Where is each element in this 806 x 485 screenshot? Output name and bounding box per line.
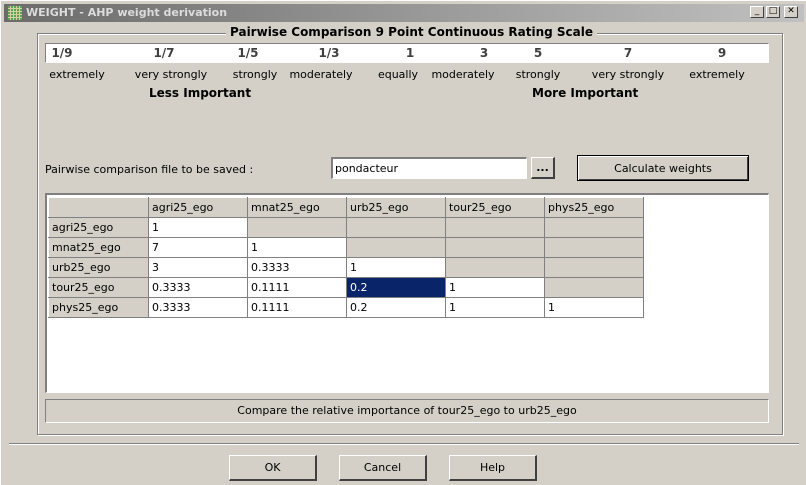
scale-word: strongly: [232, 68, 278, 81]
matrix-cell: [544, 277, 644, 298]
scale-word: very strongly: [591, 68, 665, 81]
calculate-weights-button[interactable]: Calculate weights: [577, 155, 749, 181]
minimize-button[interactable]: _: [750, 6, 764, 18]
scale-values-box: 1/9 1/7 1/5 1/3 1 3 5 7 9: [45, 43, 769, 63]
column-header[interactable]: mnat25_ego: [247, 197, 347, 218]
scale-value: 1/5: [237, 46, 259, 60]
browse-button[interactable]: ...: [531, 157, 555, 179]
pairwise-matrix: agri25_ego mnat25_ego urb25_ego tour25_e…: [48, 197, 644, 318]
row-header[interactable]: mnat25_ego: [48, 237, 149, 258]
divider: [9, 443, 799, 445]
matrix-cell-selected[interactable]: 0.2: [346, 277, 446, 298]
table-row: agri25_ego 1: [48, 217, 644, 238]
matrix-cell[interactable]: 0.1111: [247, 297, 347, 318]
matrix-cell[interactable]: 0.3333: [247, 257, 347, 278]
close-button[interactable]: ✕: [784, 6, 798, 18]
matrix-cell[interactable]: 1: [544, 297, 644, 318]
scale-word: moderately: [431, 68, 495, 81]
help-button[interactable]: Help: [449, 455, 537, 481]
scale-word: very strongly: [134, 68, 208, 81]
matrix-cell: [247, 217, 347, 238]
matrix-cell: [346, 237, 446, 258]
matrix-cell[interactable]: 1: [247, 237, 347, 258]
corner-cell: [48, 197, 149, 218]
scale-value: 1: [405, 46, 415, 60]
comparison-status: Compare the relative importance of tour2…: [45, 399, 769, 423]
scale-value: 5: [533, 46, 543, 60]
matrix-cell: [544, 237, 644, 258]
matrix-cell[interactable]: 7: [148, 237, 248, 258]
file-label: Pairwise comparison file to be saved :: [45, 163, 254, 176]
less-important-label: Less Important: [149, 86, 252, 100]
app-grid-icon: [8, 6, 22, 20]
matrix-cell: [544, 217, 644, 238]
scale-word: extremely: [689, 68, 745, 81]
matrix-cell[interactable]: 1: [445, 297, 545, 318]
scale-word: extremely: [49, 68, 105, 81]
window-title: WEIGHT - AHP weight derivation: [26, 6, 228, 19]
table-row: mnat25_ego 7 1: [48, 237, 644, 258]
table-row: phys25_ego 0.3333 0.1111 0.2 1 1: [48, 297, 644, 318]
matrix-cell[interactable]: 3: [148, 257, 248, 278]
more-important-label: More Important: [532, 86, 639, 100]
group-title: Pairwise Comparison 9 Point Continuous R…: [226, 25, 598, 39]
row-header[interactable]: agri25_ego: [48, 217, 149, 238]
row-header[interactable]: urb25_ego: [48, 257, 149, 278]
scale-word: moderately: [289, 68, 353, 81]
row-header[interactable]: tour25_ego: [48, 277, 149, 298]
scale-value: 3: [479, 46, 489, 60]
matrix-cell[interactable]: 0.3333: [148, 297, 248, 318]
table-row: tour25_ego 0.3333 0.1111 0.2 1: [48, 277, 644, 298]
dialog-window: WEIGHT - AHP weight derivation _ □ ✕ Pai…: [0, 0, 806, 485]
scale-value: 7: [623, 46, 633, 60]
column-header[interactable]: urb25_ego: [346, 197, 446, 218]
row-header[interactable]: phys25_ego: [48, 297, 149, 318]
column-header[interactable]: agri25_ego: [148, 197, 248, 218]
matrix-cell[interactable]: 0.1111: [247, 277, 347, 298]
matrix-cell: [346, 217, 446, 238]
column-header[interactable]: phys25_ego: [544, 197, 644, 218]
header-row: agri25_ego mnat25_ego urb25_ego tour25_e…: [48, 197, 644, 218]
scale-word: equally: [377, 68, 419, 81]
matrix-cell[interactable]: 1: [148, 217, 248, 238]
scale-value: 1/3: [318, 46, 340, 60]
matrix-cell[interactable]: 1: [445, 277, 545, 298]
matrix-cell[interactable]: 1: [346, 257, 446, 278]
matrix-cell: [445, 237, 545, 258]
cancel-button[interactable]: Cancel: [339, 455, 427, 481]
title-bar[interactable]: WEIGHT - AHP weight derivation _ □ ✕: [4, 4, 804, 22]
table-row: urb25_ego 3 0.3333 1: [48, 257, 644, 278]
matrix-cell: [445, 217, 545, 238]
maximize-button[interactable]: □: [766, 6, 780, 18]
scale-value: 1/7: [153, 46, 175, 60]
matrix-cell[interactable]: 0.3333: [148, 277, 248, 298]
matrix-cell: [544, 257, 644, 278]
matrix-cell[interactable]: 0.2: [346, 297, 446, 318]
scale-value: 1/9: [51, 46, 73, 60]
scale-word: strongly: [515, 68, 561, 81]
matrix-cell: [445, 257, 545, 278]
scale-value: 9: [717, 46, 727, 60]
column-header[interactable]: tour25_ego: [445, 197, 545, 218]
file-name-input[interactable]: pondacteur: [331, 157, 527, 179]
ok-button[interactable]: OK: [229, 455, 317, 481]
